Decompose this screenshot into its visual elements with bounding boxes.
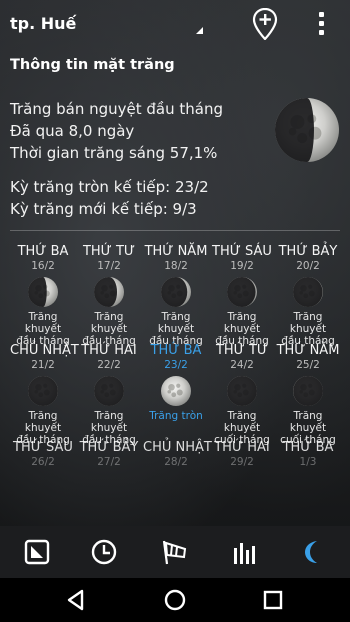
next-full-moon: Kỳ trăng tròn kế tiếp: 23/2 (10, 178, 209, 196)
day-name: THỨ SÁU (212, 244, 272, 259)
day-date: 22/2 (97, 359, 121, 371)
phase-name: Trăng bán nguyệt đầu tháng (10, 100, 223, 118)
system-navbar (0, 578, 350, 622)
calendar-day[interactable]: THỨ HAI 22/2 Trăng khuyết đầu tháng (76, 343, 142, 446)
day-name: THỨ HAI (214, 440, 270, 455)
crescent-moon-icon[interactable] (299, 538, 327, 566)
day-date: 19/2 (230, 260, 254, 272)
day-date: 28/2 (164, 456, 188, 468)
bar-chart-icon[interactable] (231, 538, 259, 566)
calendar-day[interactable]: THỨ SÁU 26/2 (10, 440, 76, 469)
recents-icon[interactable] (261, 588, 285, 612)
back-icon[interactable] (64, 588, 88, 612)
calendar-day[interactable]: THỨ NĂM 18/2 Trăng khuyết đầu tháng (143, 244, 209, 347)
phase-label: Trăng khuyết (289, 410, 327, 434)
day-name: THỨ TƯ (82, 244, 136, 259)
windsock-icon[interactable] (161, 538, 189, 566)
phase-label: Trăng khuyết (24, 410, 62, 434)
phase-label: Trăng khuyết (223, 410, 261, 434)
day-name: THỨ BA (17, 244, 69, 259)
day-name: THỨ TƯ (215, 343, 269, 358)
home-icon[interactable] (163, 588, 187, 612)
bottom-tab-bar (0, 526, 350, 578)
day-date: 24/2 (230, 359, 254, 371)
phase-label: Trăng khuyết (223, 311, 261, 335)
moon-phase-icon (293, 376, 323, 406)
toolbar: tp. Huế (0, 0, 350, 48)
day-date: 26/2 (31, 456, 55, 468)
day-name: CHỦ NHẬT (10, 343, 79, 358)
moon-phase-icon (161, 277, 191, 307)
moon-phase-icon (28, 376, 58, 406)
calendar-day[interactable]: THỨ HAI 29/2 (209, 440, 275, 469)
moon-age: Đã qua 8,0 ngày (10, 122, 135, 140)
phase-label: Trăng khuyết (24, 311, 62, 335)
day-name: THỨ BẢY (79, 440, 139, 455)
dropdown-caret-icon[interactable] (196, 27, 203, 34)
calendar-day[interactable]: THỨ BẢY 20/2 Trăng khuyết đầu tháng (275, 244, 341, 347)
calendar-day[interactable]: THỨ BẢY 27/2 (76, 440, 142, 469)
day-name: CHỦ NHẬT (143, 440, 212, 455)
day-date: 21/2 (31, 359, 55, 371)
moon-phase-icon (293, 277, 323, 307)
moon-illumination: Thời gian trăng sáng 57,1% (10, 144, 218, 162)
day-date: 20/2 (296, 260, 320, 272)
moon-phase-icon (227, 376, 257, 406)
calendar-day[interactable]: THỨ SÁU 19/2 Trăng khuyết đầu tháng (209, 244, 275, 347)
day-name: THỨ BA (282, 440, 334, 455)
day-name: THỨ BA (150, 343, 202, 358)
phase-label: Trăng khuyết (157, 311, 195, 335)
moon-info-screen: tp. Huế Thông tin mặt trăng Trăng bán ng… (0, 0, 350, 622)
moon-phase-icon (161, 376, 191, 406)
moon-phase-icon (94, 277, 124, 307)
moon-phase-icon[interactable] (23, 538, 51, 566)
calendar-day[interactable]: THỨ BA 1/3 (275, 440, 341, 469)
divider (10, 230, 340, 231)
day-date: 1/3 (299, 456, 317, 468)
day-name: THỨ NĂM (144, 244, 208, 259)
moon-phase-icon (227, 277, 257, 307)
phase-label: Trăng tròn (149, 410, 203, 422)
calendar-day[interactable]: THỨ TƯ 24/2 Trăng khuyết cuối tháng (209, 343, 275, 446)
add-location-icon[interactable] (252, 8, 278, 40)
day-name: THỨ BẢY (278, 244, 338, 259)
day-date: 17/2 (97, 260, 121, 272)
day-date: 16/2 (31, 260, 55, 272)
calendar-day[interactable]: THỨ BA 23/2 Trăng tròn (143, 343, 209, 422)
calendar-day[interactable]: THỨ NĂM 25/2 Trăng khuyết cuối tháng (275, 343, 341, 446)
location-selector[interactable]: tp. Huế (10, 14, 76, 33)
day-date: 27/2 (97, 456, 121, 468)
calendar-day[interactable]: THỨ BA 16/2 Trăng khuyết đầu tháng (10, 244, 76, 347)
day-date: 23/2 (164, 359, 188, 371)
day-date: 18/2 (164, 260, 188, 272)
day-date: 29/2 (230, 456, 254, 468)
current-moon-icon (275, 98, 339, 162)
section-title: Thông tin mặt trăng (10, 57, 175, 73)
calendar-day[interactable]: THỨ TƯ 17/2 Trăng khuyết đầu tháng (76, 244, 142, 347)
day-date: 25/2 (296, 359, 320, 371)
day-name: THỨ SÁU (13, 440, 73, 455)
day-name: THỨ HAI (81, 343, 137, 358)
calendar-day[interactable]: CHỦ NHẬT 21/2 Trăng khuyết đầu tháng (10, 343, 79, 446)
phase-label: Trăng khuyết (90, 410, 128, 434)
moon-phase-icon (28, 277, 58, 307)
next-new-moon: Kỳ trăng mới kế tiếp: 9/3 (10, 200, 197, 218)
moon-phase-icon (94, 376, 124, 406)
phase-label: Trăng khuyết (289, 311, 327, 335)
clock-icon[interactable] (90, 538, 118, 566)
overflow-menu-icon[interactable] (312, 10, 330, 38)
calendar-day[interactable]: CHỦ NHẬT 28/2 (143, 440, 212, 469)
day-name: THỨ NĂM (276, 343, 340, 358)
phase-label: Trăng khuyết (90, 311, 128, 335)
